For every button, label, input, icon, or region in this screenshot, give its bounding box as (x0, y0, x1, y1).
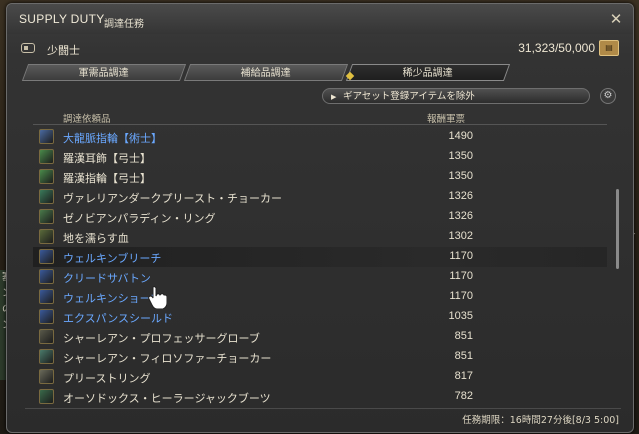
item-icon (39, 329, 54, 344)
seal-currency-icon: ▤ (599, 40, 619, 56)
column-header-reward: 報酬軍票 (427, 114, 466, 125)
play-arrow-icon: ▶ (331, 93, 337, 101)
job-class-icon (21, 43, 35, 53)
exclude-gearset-toggle-button[interactable]: ▶ ギアセット登録アイテムを除外 (322, 88, 590, 104)
tab-expert-delivery[interactable]: 稀少品調達 (345, 64, 511, 81)
item-reward: 1035 (448, 310, 473, 322)
window-title: SUPPLY DUTY (19, 12, 105, 26)
item-name: ゼノビアンパラディン・リング (63, 212, 216, 225)
settings-icon[interactable]: ⚙ (600, 88, 616, 104)
item-icon (39, 129, 54, 144)
list-item[interactable]: 地を濡らす血 1302 (33, 227, 607, 247)
tab-label: 稀少品調達 (402, 68, 453, 79)
item-name: オーソドックス・ヒーラージャックブーツ (63, 392, 271, 405)
item-name: エクスパンスシールド (63, 312, 173, 325)
list-item[interactable]: オーソドックス・ヒーラージャックブーツ 782 (33, 387, 607, 407)
item-icon (39, 349, 54, 364)
item-name: 羅漢耳飾【弓士】 (63, 152, 151, 165)
list-item[interactable]: 大龍脈指輪【術士】 1490 (33, 127, 607, 147)
list-item[interactable]: シャーレアン・フィロソファーチョーカー 851 (33, 347, 607, 367)
item-name: 羅漢指輪【弓士】 (63, 172, 151, 185)
item-reward: 1490 (448, 130, 473, 142)
item-reward: 817 (454, 370, 473, 382)
tab-bar: 軍需品調達 補給品調達 稀少品調達 (21, 64, 511, 82)
item-reward: 1326 (448, 210, 473, 222)
item-icon (39, 289, 54, 304)
window-subtitle: 調達任務 (104, 19, 144, 30)
item-name: 大龍脈指輪【術士】 (63, 132, 162, 145)
supply-duty-window: SUPPLY DUTY 調達任務 ✕ 少闘士 31,323/50,000 ▤ 軍… (6, 3, 634, 433)
tab-label: 軍需品調達 (78, 68, 129, 79)
list-item[interactable]: ウェルキンブリーチ 1170 (33, 247, 607, 267)
grand-company-seals: 31,323/50,000 (518, 41, 595, 55)
list-item[interactable]: エクスパンスシールド 1035 (33, 307, 607, 327)
list-item[interactable]: ヴァレリアンダークプリースト・チョーカー 1326 (33, 187, 607, 207)
item-reward: 1170 (449, 250, 473, 262)
item-icon (39, 389, 54, 404)
tab-provisioning[interactable]: 補給品調達 (183, 64, 349, 81)
item-name: ヴァレリアンダークプリースト・チョーカー (63, 192, 283, 205)
title-bar[interactable]: SUPPLY DUTY 調達任務 ✕ (7, 4, 633, 34)
item-name: ウェルキンブリーチ (63, 252, 162, 265)
hand-pointer-icon (148, 286, 167, 309)
item-reward: 782 (454, 390, 473, 402)
item-name: シャーレアン・フィロソファーチョーカー (63, 352, 272, 365)
scrollbar-thumb[interactable] (616, 189, 619, 269)
item-icon (39, 189, 54, 204)
tab-supply[interactable]: 軍需品調達 (21, 64, 187, 81)
footer-divider (25, 408, 621, 409)
list-item[interactable]: クリードサバトン 1170 (33, 267, 607, 287)
filter-button-label: ギアセット登録アイテムを除外 (343, 91, 475, 102)
item-icon (39, 169, 54, 184)
item-reward: 851 (454, 330, 473, 342)
item-name: プリーストリング (63, 372, 151, 385)
item-icon (39, 249, 54, 264)
job-name: 少闘士 (47, 44, 80, 57)
tab-label: 補給品調達 (240, 68, 291, 79)
item-name: クリードサバトン (63, 272, 151, 285)
item-name: 地を濡らす血 (63, 232, 129, 245)
item-reward: 851 (454, 350, 473, 362)
item-reward: 1170 (449, 290, 473, 302)
item-icon (39, 369, 54, 384)
list-item[interactable]: ウェルキンショーツ 1170 (33, 287, 607, 307)
deadline-text: 任務期限：16時間27分後[8/3 5:00] (462, 415, 619, 426)
list-item[interactable]: プリーストリング 817 (33, 367, 607, 387)
item-icon (39, 269, 54, 284)
item-reward: 1326 (448, 190, 473, 202)
item-list: 大龍脈指輪【術士】 1490 羅漢耳飾【弓士】 1350 羅漢指輪【弓士】 1350 ヴァレ… (33, 124, 607, 407)
item-icon (39, 149, 54, 164)
item-icon (39, 309, 54, 324)
item-reward: 1350 (448, 170, 473, 182)
list-item[interactable]: シャーレアン・プロフェッサーグローブ 851 (33, 327, 607, 347)
list-item[interactable]: ゼノビアンパラディン・リング 1326 (33, 207, 607, 227)
item-reward: 1350 (448, 150, 473, 162)
item-icon (39, 209, 54, 224)
item-reward: 1170 (449, 270, 473, 282)
list-item[interactable]: 羅漢指輪【弓士】 1350 (33, 167, 607, 187)
close-icon[interactable]: ✕ (607, 10, 625, 28)
item-icon (39, 229, 54, 244)
list-item[interactable]: 羅漢耳飾【弓士】 1350 (33, 147, 607, 167)
column-header-item: 調達依頼品 (63, 114, 111, 125)
item-reward: 1302 (448, 230, 473, 242)
item-name: シャーレアン・プロフェッサーグローブ (63, 332, 260, 345)
